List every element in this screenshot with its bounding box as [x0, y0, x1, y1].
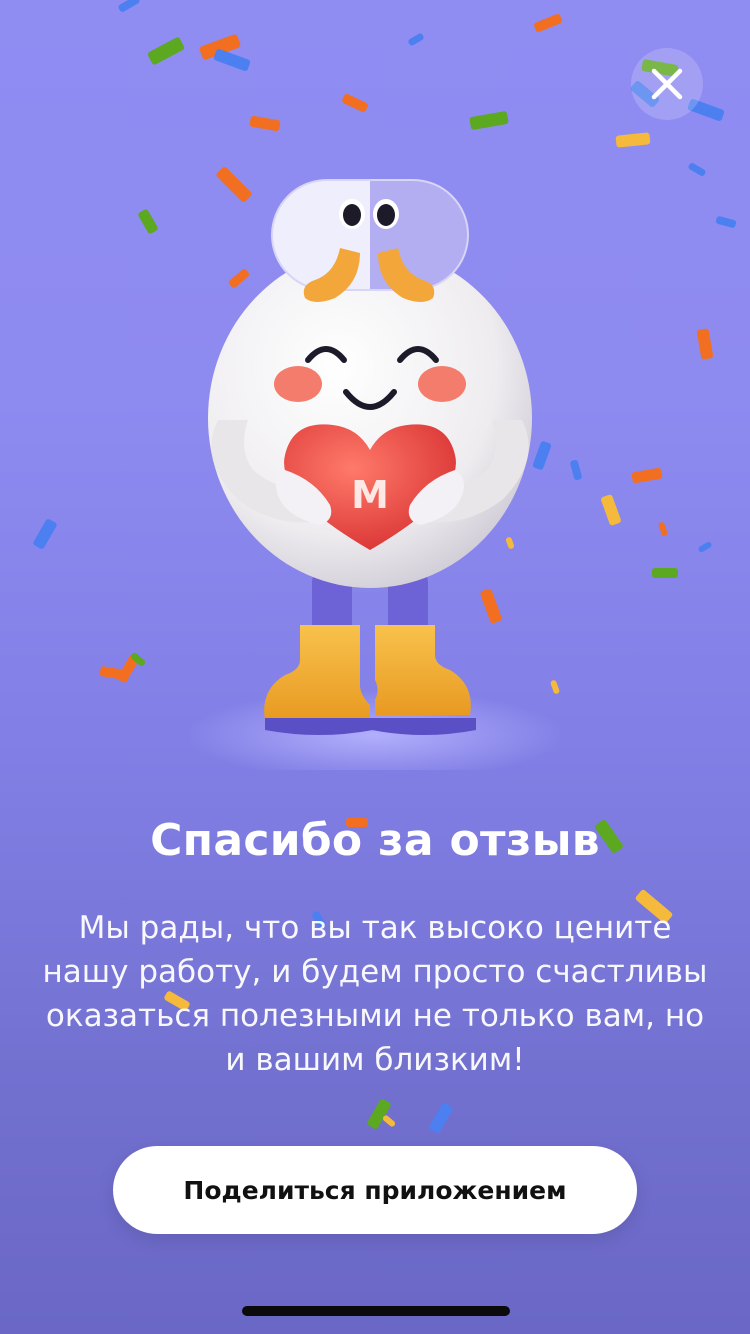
close-icon — [651, 68, 683, 100]
page-title: Спасибо за отзыв — [150, 815, 600, 866]
close-button[interactable] — [631, 48, 703, 120]
thank-you-message: Мы рады, что вы так высоко цените нашу р… — [42, 910, 708, 1078]
mascot-icon: M — [190, 179, 560, 770]
share-app-button[interactable]: Поделиться приложением — [113, 1146, 637, 1234]
home-indicator[interactable] — [242, 1306, 510, 1316]
thank-you-screen: M Спасибо за отзыв Мы рады, что вы так в… — [0, 0, 750, 1334]
heart-logo: M — [351, 473, 389, 517]
